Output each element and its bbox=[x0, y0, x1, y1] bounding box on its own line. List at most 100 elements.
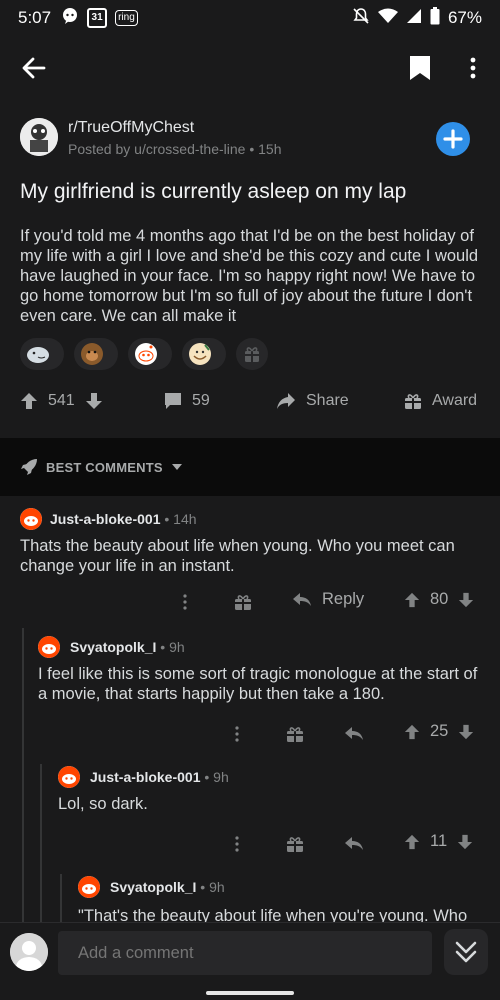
comment-body: I feel like this is some sort of tragic … bbox=[38, 665, 478, 703]
calendar-notification-icon: 31 bbox=[87, 8, 108, 28]
reply-arrow-icon bbox=[293, 592, 311, 606]
more-vertical-icon[interactable] bbox=[232, 725, 242, 743]
plus-icon bbox=[443, 129, 463, 149]
comment-composer-bar bbox=[0, 922, 500, 1000]
vote-control: 541 bbox=[20, 392, 113, 410]
downvote-icon[interactable] bbox=[85, 392, 103, 410]
comment-actions: 25 bbox=[28, 720, 500, 748]
messaging-notification-icon bbox=[61, 7, 79, 30]
upvote-icon[interactable] bbox=[20, 392, 38, 410]
comment-age: 9h bbox=[213, 769, 229, 785]
comment-author-line: Svyatopolk_I • 9h bbox=[110, 879, 225, 895]
share-arrow-icon bbox=[277, 393, 295, 409]
reply-arrow-icon[interactable] bbox=[344, 836, 364, 852]
post-age: 15h bbox=[258, 141, 282, 157]
subreddit-avatar[interactable] bbox=[20, 118, 58, 156]
reply-arrow-icon[interactable] bbox=[344, 726, 364, 742]
add-comment-input[interactable] bbox=[58, 931, 432, 975]
comment-body: Thats the beauty about life when young. … bbox=[20, 537, 455, 575]
comment-sort-button[interactable]: BEST COMMENTS bbox=[20, 458, 183, 476]
award-button[interactable]: Award bbox=[404, 392, 477, 410]
snoo-award-icon bbox=[135, 343, 157, 365]
status-bar: 5:07 31 ring 67% bbox=[0, 0, 500, 36]
ring-notification-icon: ring bbox=[115, 10, 138, 26]
downvote-icon[interactable] bbox=[458, 592, 474, 608]
sort-label: BEST COMMENTS bbox=[46, 459, 163, 475]
comment-author[interactable]: Just-a-bloke-001 bbox=[90, 769, 200, 785]
comment-author-line: Svyatopolk_I • 9h bbox=[70, 639, 185, 655]
jump-to-next-comment-button[interactable] bbox=[444, 929, 488, 975]
comment-age: 14h bbox=[173, 511, 197, 527]
post-body: If you'd told me 4 months ago that I'd b… bbox=[20, 227, 479, 325]
more-vertical-icon[interactable] bbox=[180, 593, 190, 611]
gift-icon[interactable] bbox=[286, 835, 304, 853]
home-indicator[interactable] bbox=[206, 991, 294, 995]
vote-control: 11 bbox=[404, 832, 473, 851]
award-chip[interactable] bbox=[20, 338, 64, 370]
share-button[interactable]: Share bbox=[276, 392, 349, 410]
ring-badge-text: ring bbox=[118, 12, 135, 23]
downvote-icon[interactable] bbox=[458, 724, 474, 740]
avatar[interactable] bbox=[38, 636, 60, 658]
join-subreddit-button[interactable] bbox=[436, 122, 470, 156]
award-chip[interactable] bbox=[74, 338, 118, 370]
comments-button[interactable]: 59 bbox=[164, 392, 210, 410]
more-vertical-icon[interactable] bbox=[232, 835, 242, 853]
gift-icon[interactable] bbox=[234, 593, 252, 611]
post: r/TrueOffMyChest Posted by u/crossed-the… bbox=[0, 100, 500, 440]
upvote-icon[interactable] bbox=[404, 724, 420, 740]
comment-count: 59 bbox=[192, 392, 210, 409]
double-chevron-down-icon bbox=[455, 941, 477, 963]
gorilla-award-icon bbox=[81, 343, 103, 365]
do-not-disturb-off-icon bbox=[352, 7, 370, 30]
avatar[interactable] bbox=[58, 766, 80, 788]
comment-author[interactable]: Svyatopolk_I bbox=[70, 639, 156, 655]
comment-body: Lol, so dark. bbox=[58, 795, 148, 813]
give-award-button[interactable] bbox=[236, 338, 268, 370]
post-toolbar bbox=[0, 36, 500, 100]
battery-icon bbox=[430, 6, 440, 30]
downvote-icon[interactable] bbox=[457, 834, 473, 850]
comment-author[interactable]: Just-a-bloke-001 bbox=[50, 511, 160, 527]
avatar[interactable] bbox=[78, 876, 100, 898]
award-chip[interactable] bbox=[182, 338, 226, 370]
user-avatar[interactable] bbox=[10, 933, 48, 971]
bookmark-icon bbox=[410, 56, 430, 80]
reply-label: Reply bbox=[322, 590, 365, 608]
gift-icon bbox=[245, 347, 259, 362]
upvote-icon[interactable] bbox=[404, 834, 420, 850]
post-author[interactable]: u/crossed-the-line bbox=[134, 141, 245, 157]
comment-body: "That's the beauty about life when you'r… bbox=[78, 907, 468, 922]
meta-dot: • bbox=[204, 769, 214, 785]
meta-dot: • bbox=[249, 141, 255, 157]
more-options-button[interactable] bbox=[466, 54, 480, 82]
wifi-icon bbox=[377, 8, 398, 29]
reply-button[interactable]: Reply bbox=[292, 590, 364, 609]
wholesome-award-icon bbox=[189, 343, 211, 365]
calendar-day: 31 bbox=[91, 12, 103, 23]
subreddit-name[interactable]: r/TrueOffMyChest bbox=[68, 119, 194, 137]
comment-vote-count: 25 bbox=[430, 722, 449, 740]
battery-percent: 67% bbox=[447, 8, 482, 27]
comment: Just-a-bloke-001 • 14h Thats the beauty … bbox=[0, 496, 500, 624]
gift-icon[interactable] bbox=[286, 725, 304, 743]
rocket-icon bbox=[21, 459, 37, 475]
thread-line bbox=[22, 628, 24, 922]
comment-author[interactable]: Svyatopolk_I bbox=[110, 879, 196, 895]
avatar[interactable] bbox=[20, 508, 42, 530]
comment-author-line: Just-a-bloke-001 • 9h bbox=[90, 769, 229, 785]
save-post-button[interactable] bbox=[408, 54, 432, 82]
back-button[interactable] bbox=[20, 54, 48, 82]
meta-dot: • bbox=[200, 879, 210, 895]
wholesome-seal-award-icon bbox=[27, 347, 49, 363]
awards-row[interactable] bbox=[20, 338, 268, 370]
award-chip[interactable] bbox=[128, 338, 172, 370]
more-vertical-icon bbox=[470, 57, 476, 79]
comments-sort-band: BEST COMMENTS bbox=[0, 438, 500, 496]
status-time: 5:07 bbox=[18, 8, 52, 27]
upvote-icon[interactable] bbox=[404, 592, 420, 608]
comment-actions: 11 bbox=[46, 830, 500, 858]
comment-age: 9h bbox=[209, 879, 225, 895]
award-label: Award bbox=[432, 392, 478, 409]
caret-down-icon bbox=[171, 464, 182, 470]
